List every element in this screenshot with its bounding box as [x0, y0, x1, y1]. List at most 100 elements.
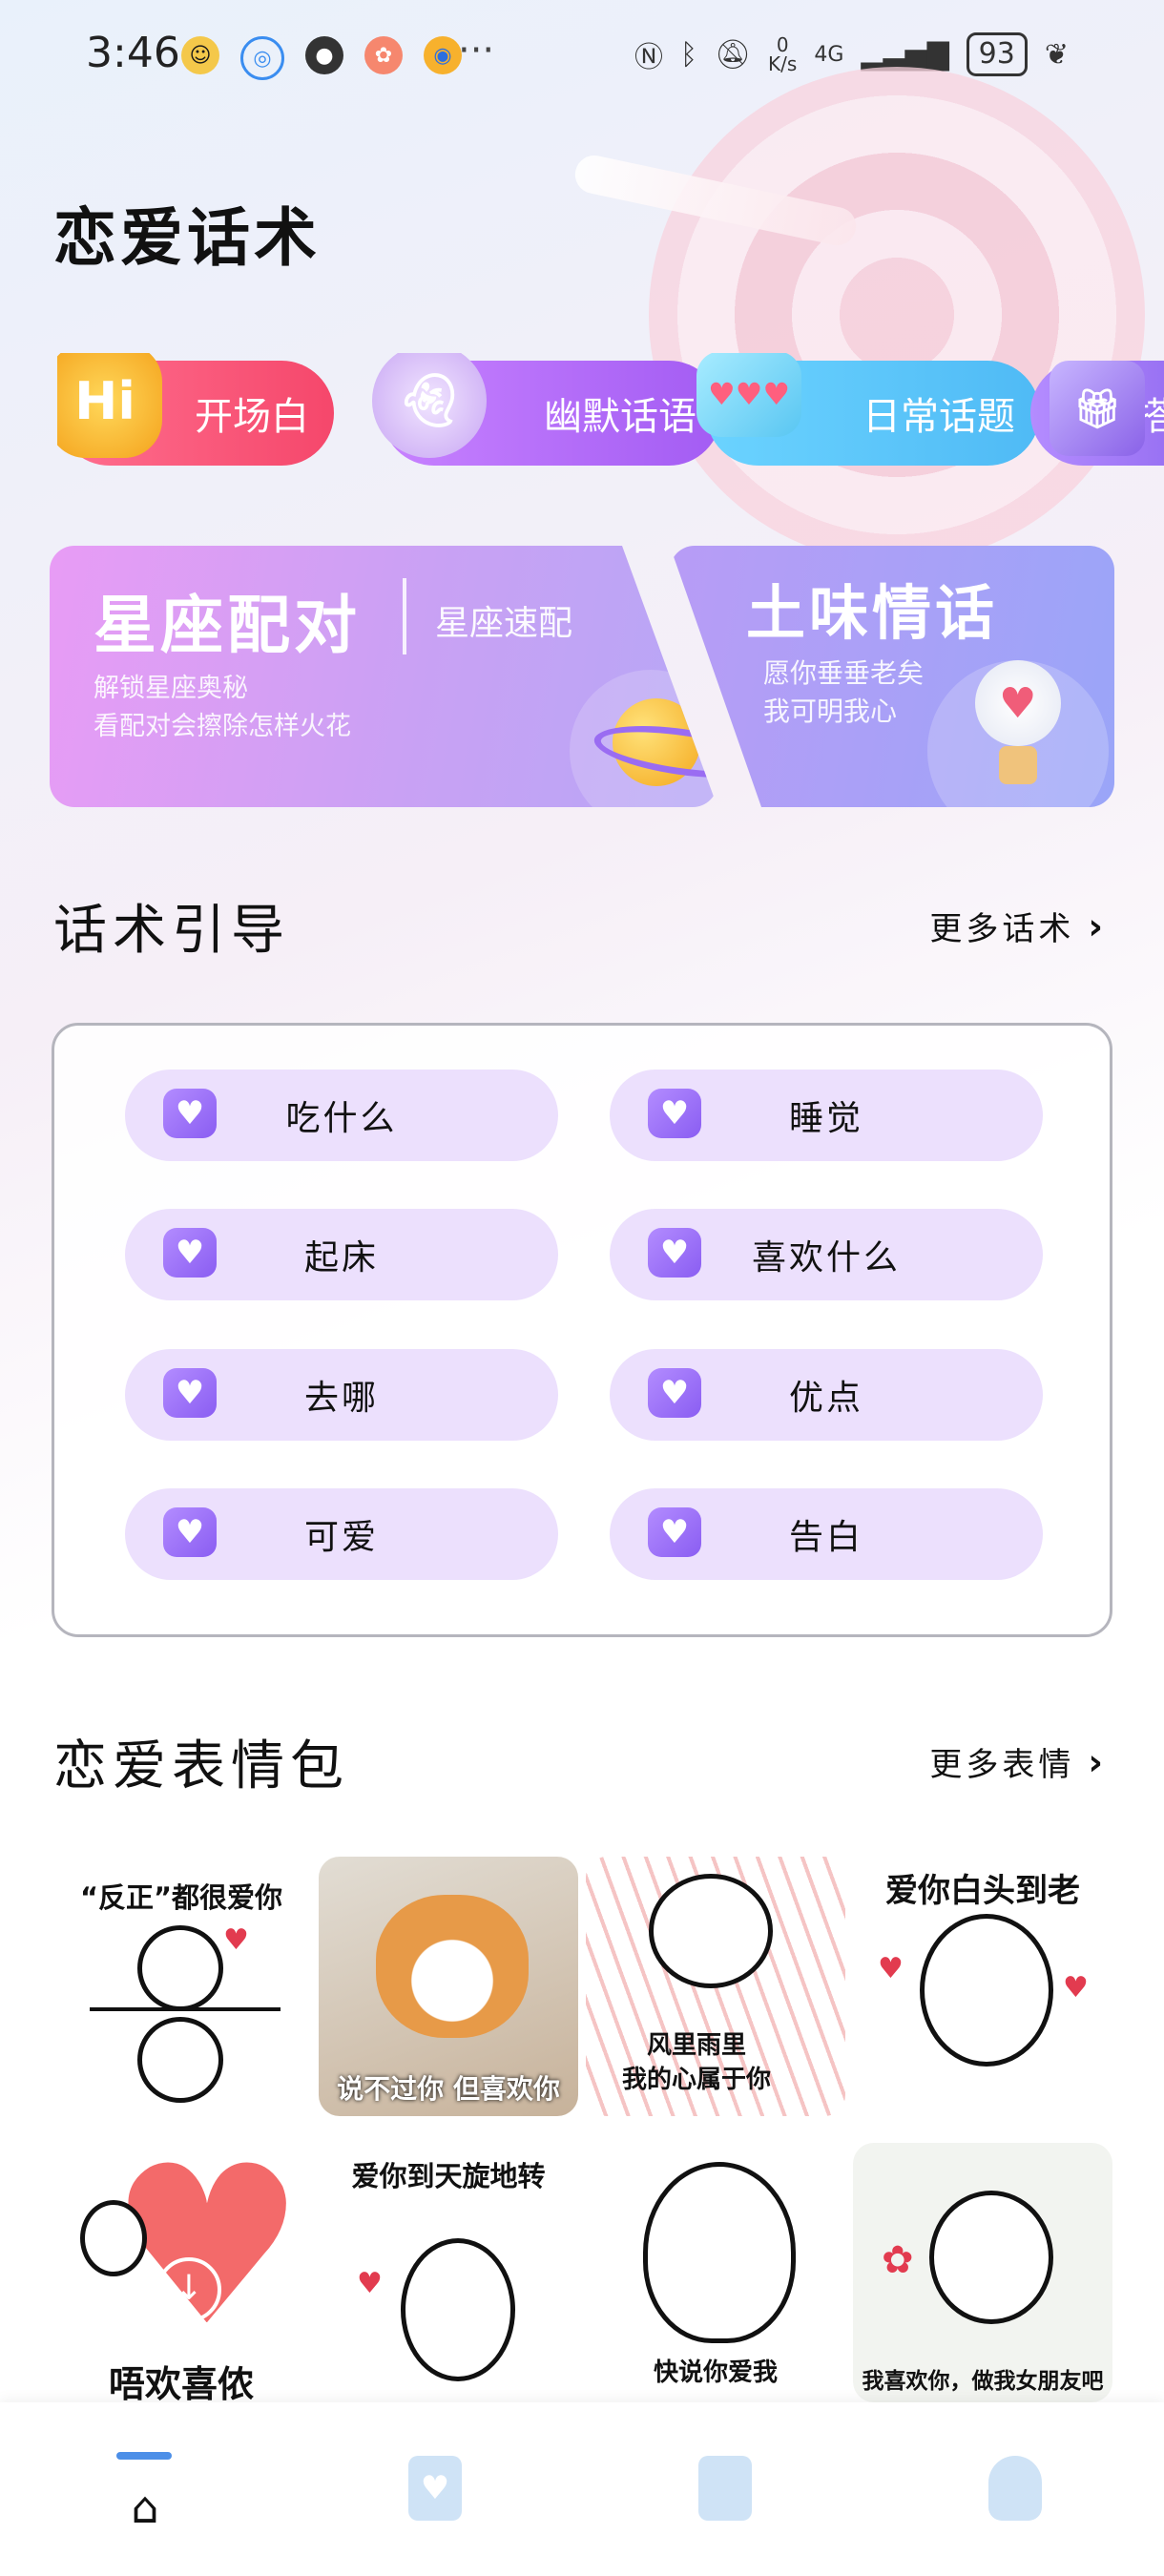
- sticker-item[interactable]: 风里雨里 我的心属于你: [586, 1857, 845, 2116]
- more-stickers-label: 更多表情: [929, 1746, 1075, 1784]
- sticker-caption: 唔欢喜侬: [108, 2363, 254, 2402]
- heart-chat-icon: ♥: [648, 1228, 701, 1278]
- status-right: Ⓝ ᛒ 🔕︎ 0 K/s 4G ▂▃▅▇ 93 ❦: [634, 32, 1069, 76]
- app-notification-icon: ◎: [240, 36, 284, 80]
- divider-line: [90, 2007, 281, 2011]
- heart-chat-icon: ♥: [163, 1507, 217, 1557]
- heart-chat-icon: ♥: [648, 1089, 701, 1138]
- guide-item[interactable]: ♥ 优点: [610, 1349, 1043, 1441]
- sticker-face: [401, 2238, 515, 2381]
- active-tab-indicator: [116, 2452, 172, 2460]
- download-icon: ↓: [420, 1956, 485, 2021]
- bottom-nav: ⌂ ♥: [0, 2402, 1164, 2576]
- card-title: 星座配对: [94, 589, 361, 662]
- person-icon: [988, 2456, 1042, 2521]
- nav-profile[interactable]: [977, 2450, 1053, 2526]
- guide-item[interactable]: ♥ 告白: [610, 1488, 1043, 1580]
- penguin-notification-icon: ●: [305, 36, 343, 74]
- category-label: 日常话题: [863, 395, 1015, 439]
- sticker-face: [137, 1925, 223, 2011]
- notebook-icon: [698, 2456, 752, 2521]
- sticker-caption: 说不过你 但喜欢你: [337, 2073, 560, 2105]
- net-speed: 0 K/s: [768, 33, 798, 75]
- guide-item[interactable]: ♥ 喜欢什么: [610, 1209, 1043, 1300]
- card-desc-line2: 我可明我心: [763, 696, 898, 727]
- shopping-notification-icon: ✿: [364, 36, 403, 74]
- bulb-base: [999, 746, 1037, 784]
- category-humor[interactable]: 👻︎ 幽默话语: [372, 353, 721, 466]
- guide-item[interactable]: ♥ 起床: [125, 1209, 558, 1300]
- flower-icon: ✿: [882, 2238, 914, 2282]
- heart-icon: ♥: [223, 1923, 249, 1957]
- sticker-face: [643, 2162, 796, 2343]
- card-desc-line1: 愿你垂垂老矣: [763, 657, 925, 689]
- chevron-right-icon: ›: [1088, 904, 1107, 947]
- target-decoration: [649, 67, 1145, 563]
- battery-icon: 93: [966, 32, 1028, 76]
- sticker-item[interactable]: ✿ 我喜欢你，做我女朋友吧: [853, 2143, 1112, 2402]
- clipboard-heart-icon: ♥: [408, 2456, 462, 2521]
- sticker-face: [920, 1914, 1053, 2067]
- circle-notification-icon: ◉: [424, 36, 462, 74]
- sticker-item[interactable]: ↓ 说不过你 但喜欢你: [319, 1857, 578, 2116]
- sticker-item[interactable]: 爱你白头到老 ♥ ♥: [853, 1857, 1112, 2116]
- card-title: 土味情话: [746, 578, 999, 648]
- download-icon: ↓: [156, 2257, 221, 2322]
- more-guides-label: 更多话术: [929, 910, 1075, 948]
- category-row: Hi 开场白 👻︎ 幽默话语 ♥♥♥ 日常话题 🎁︎ 搭: [57, 353, 1164, 477]
- network-type: 4G: [814, 42, 844, 67]
- more-notifications-icon: ···: [458, 29, 495, 73]
- heart-chat-icon: ♥: [163, 1089, 217, 1138]
- sticker-caption: 风里雨里 我的心属于你: [621, 2031, 771, 2094]
- sticker-item[interactable]: ♥ ↓ 唔欢喜侬: [52, 2143, 311, 2402]
- zodiac-match-card[interactable]: 星座配对 星座速配 解锁星座奥秘 看配对会擦除怎样火花: [50, 546, 717, 807]
- sticker-face: [137, 2017, 223, 2103]
- sticker-face: [649, 1874, 773, 1988]
- heart-chat-icon: ♥: [648, 1368, 701, 1418]
- guide-item[interactable]: ♥ 睡觉: [610, 1070, 1043, 1161]
- guide-item[interactable]: ♥ 可爱: [125, 1488, 558, 1580]
- heart-icon: ♥: [999, 679, 1037, 728]
- card-divider: [403, 578, 406, 654]
- guide-item[interactable]: ♥ 去哪: [125, 1349, 558, 1441]
- status-time: 3:46: [86, 29, 180, 77]
- leaf-icon: ❦: [1044, 37, 1069, 72]
- category-daily-topics[interactable]: ♥♥♥ 日常话题: [696, 353, 1040, 466]
- category-label: 开场白: [195, 395, 309, 439]
- more-guides-link[interactable]: 更多话术 ›: [929, 903, 1107, 949]
- heart-icon: ♥: [878, 1952, 904, 1985]
- heart-chat-icon: ♥: [648, 1507, 701, 1557]
- sticker-item[interactable]: 快说你爱我: [586, 2143, 845, 2402]
- sticker-item[interactable]: 爱你到天旋地转 ♥: [319, 2143, 578, 2402]
- nav-home[interactable]: ⌂: [107, 2469, 183, 2545]
- heart-icon: ♥: [1063, 1971, 1089, 2005]
- nav-clipboard[interactable]: ♥: [397, 2450, 473, 2526]
- card-subtitle: 星座速配: [435, 604, 573, 643]
- card-desc-line1: 解锁星座奥秘: [94, 674, 248, 703]
- hi-icon: Hi: [57, 353, 162, 458]
- stickers-section-title: 恋爱表情包: [53, 1735, 349, 1797]
- category-opening-lines[interactable]: Hi 开场白: [57, 353, 334, 466]
- sticker-item[interactable]: “反正”都很爱你 ♥: [52, 1857, 311, 2116]
- sticker-face: [929, 2191, 1053, 2324]
- notification-icons: ☺ ◎ ● ✿ ◉: [181, 36, 462, 80]
- chat-bubble-icon: ♥♥♥: [696, 353, 801, 437]
- more-stickers-link[interactable]: 更多表情 ›: [929, 1738, 1107, 1785]
- cheesy-lines-card[interactable]: 土味情话 愿你垂垂老矣 我可明我心 ♥: [670, 546, 1114, 807]
- category-partial[interactable]: 🎁︎ 搭: [1030, 361, 1164, 466]
- sticker-caption: 爱你到天旋地转: [351, 2160, 546, 2192]
- sticker-caption: “反正”都很爱你: [79, 1881, 283, 1914]
- heart-chat-icon: ♥: [163, 1228, 217, 1278]
- nav-book[interactable]: [687, 2450, 763, 2526]
- card-desc-line2: 看配对会擦除怎样火花: [94, 712, 351, 741]
- emoji-notification-icon: ☺: [181, 36, 219, 74]
- page-title: 恋爱话术: [53, 201, 321, 275]
- heart-chat-icon: ♥: [163, 1368, 217, 1418]
- bluetooth-icon: ᛒ: [679, 37, 697, 72]
- sticker-caption: 爱你白头到老: [885, 1872, 1080, 1910]
- sticker-face: [80, 2200, 147, 2276]
- guide-item[interactable]: ♥ 吃什么: [125, 1070, 558, 1161]
- gift-box-icon: 🎁︎: [1050, 361, 1145, 456]
- home-icon: ⌂: [131, 2482, 159, 2533]
- category-label: 幽默话语: [544, 395, 696, 439]
